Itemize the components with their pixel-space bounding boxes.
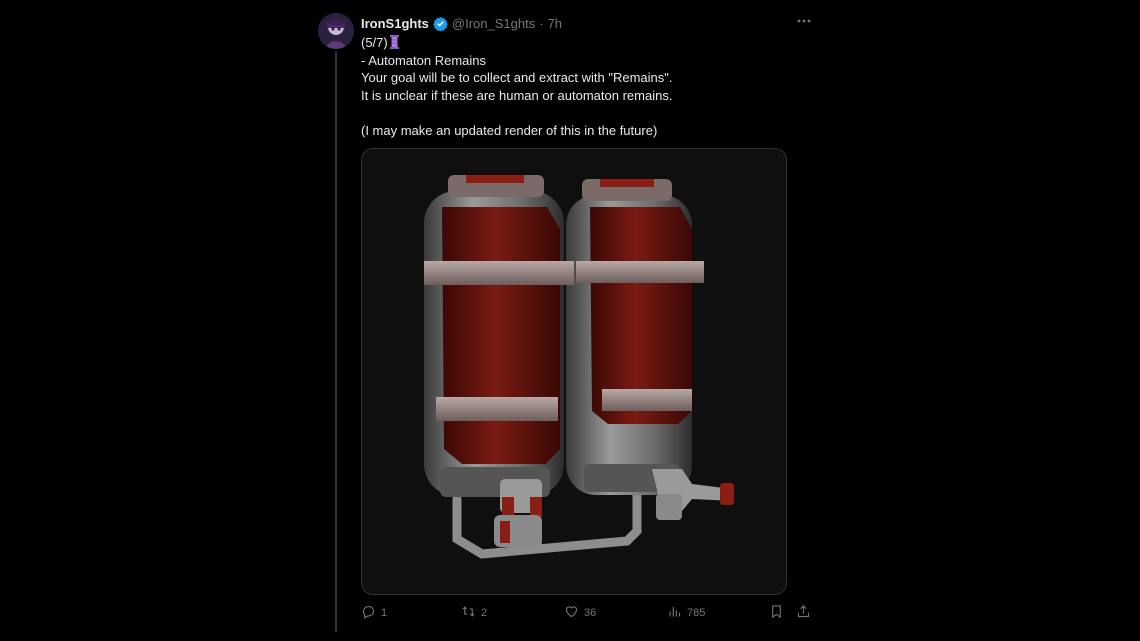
- views-icon: [667, 604, 682, 622]
- handle[interactable]: @Iron_S1ghts: [452, 16, 535, 31]
- action-bar: 1 2 36 785: [361, 603, 813, 623]
- spool-icon: [389, 35, 399, 49]
- reply-button[interactable]: 1: [361, 603, 387, 623]
- thread-line: [335, 52, 337, 632]
- tweet-image[interactable]: [361, 148, 787, 595]
- verified-badge-icon: [433, 16, 448, 32]
- bookmark-icon: [769, 604, 784, 622]
- reply-icon: [361, 604, 376, 622]
- share-button[interactable]: [796, 603, 811, 623]
- share-icon: [796, 604, 811, 622]
- display-name[interactable]: IronS1ghts: [361, 16, 429, 31]
- repost-count: 2: [481, 607, 488, 619]
- repost-icon: [461, 604, 476, 622]
- like-button[interactable]: 36: [564, 603, 596, 623]
- tweet-line-6: (I may make an updated render of this in…: [361, 122, 658, 138]
- tweet-line-4: It is unclear if these are human or auto…: [361, 87, 673, 103]
- tweet-line-5: [361, 104, 791, 122]
- tweet-line-3: Your goal will be to collect and extract…: [361, 70, 673, 85]
- repost-button[interactable]: 2: [461, 603, 487, 623]
- avatar[interactable]: [318, 13, 354, 49]
- bookmark-button[interactable]: [769, 603, 784, 623]
- views-button[interactable]: 785: [667, 603, 705, 623]
- tweet-text: (5/7) - Automaton Remains Your goal will…: [361, 34, 791, 139]
- reply-count: 1: [381, 607, 388, 619]
- tweet-header: IronS1ghts @Iron_S1ghts · 7h: [361, 14, 562, 32]
- separator: ·: [539, 15, 544, 31]
- timestamp[interactable]: 7h: [548, 16, 562, 31]
- like-icon: [564, 604, 579, 622]
- tweet-line-2: - Automaton Remains: [361, 52, 487, 68]
- more-icon[interactable]: [794, 14, 814, 30]
- tweet-line-1: (5/7): [361, 34, 791, 52]
- like-count: 36: [584, 607, 597, 619]
- views-count: 785: [687, 607, 706, 619]
